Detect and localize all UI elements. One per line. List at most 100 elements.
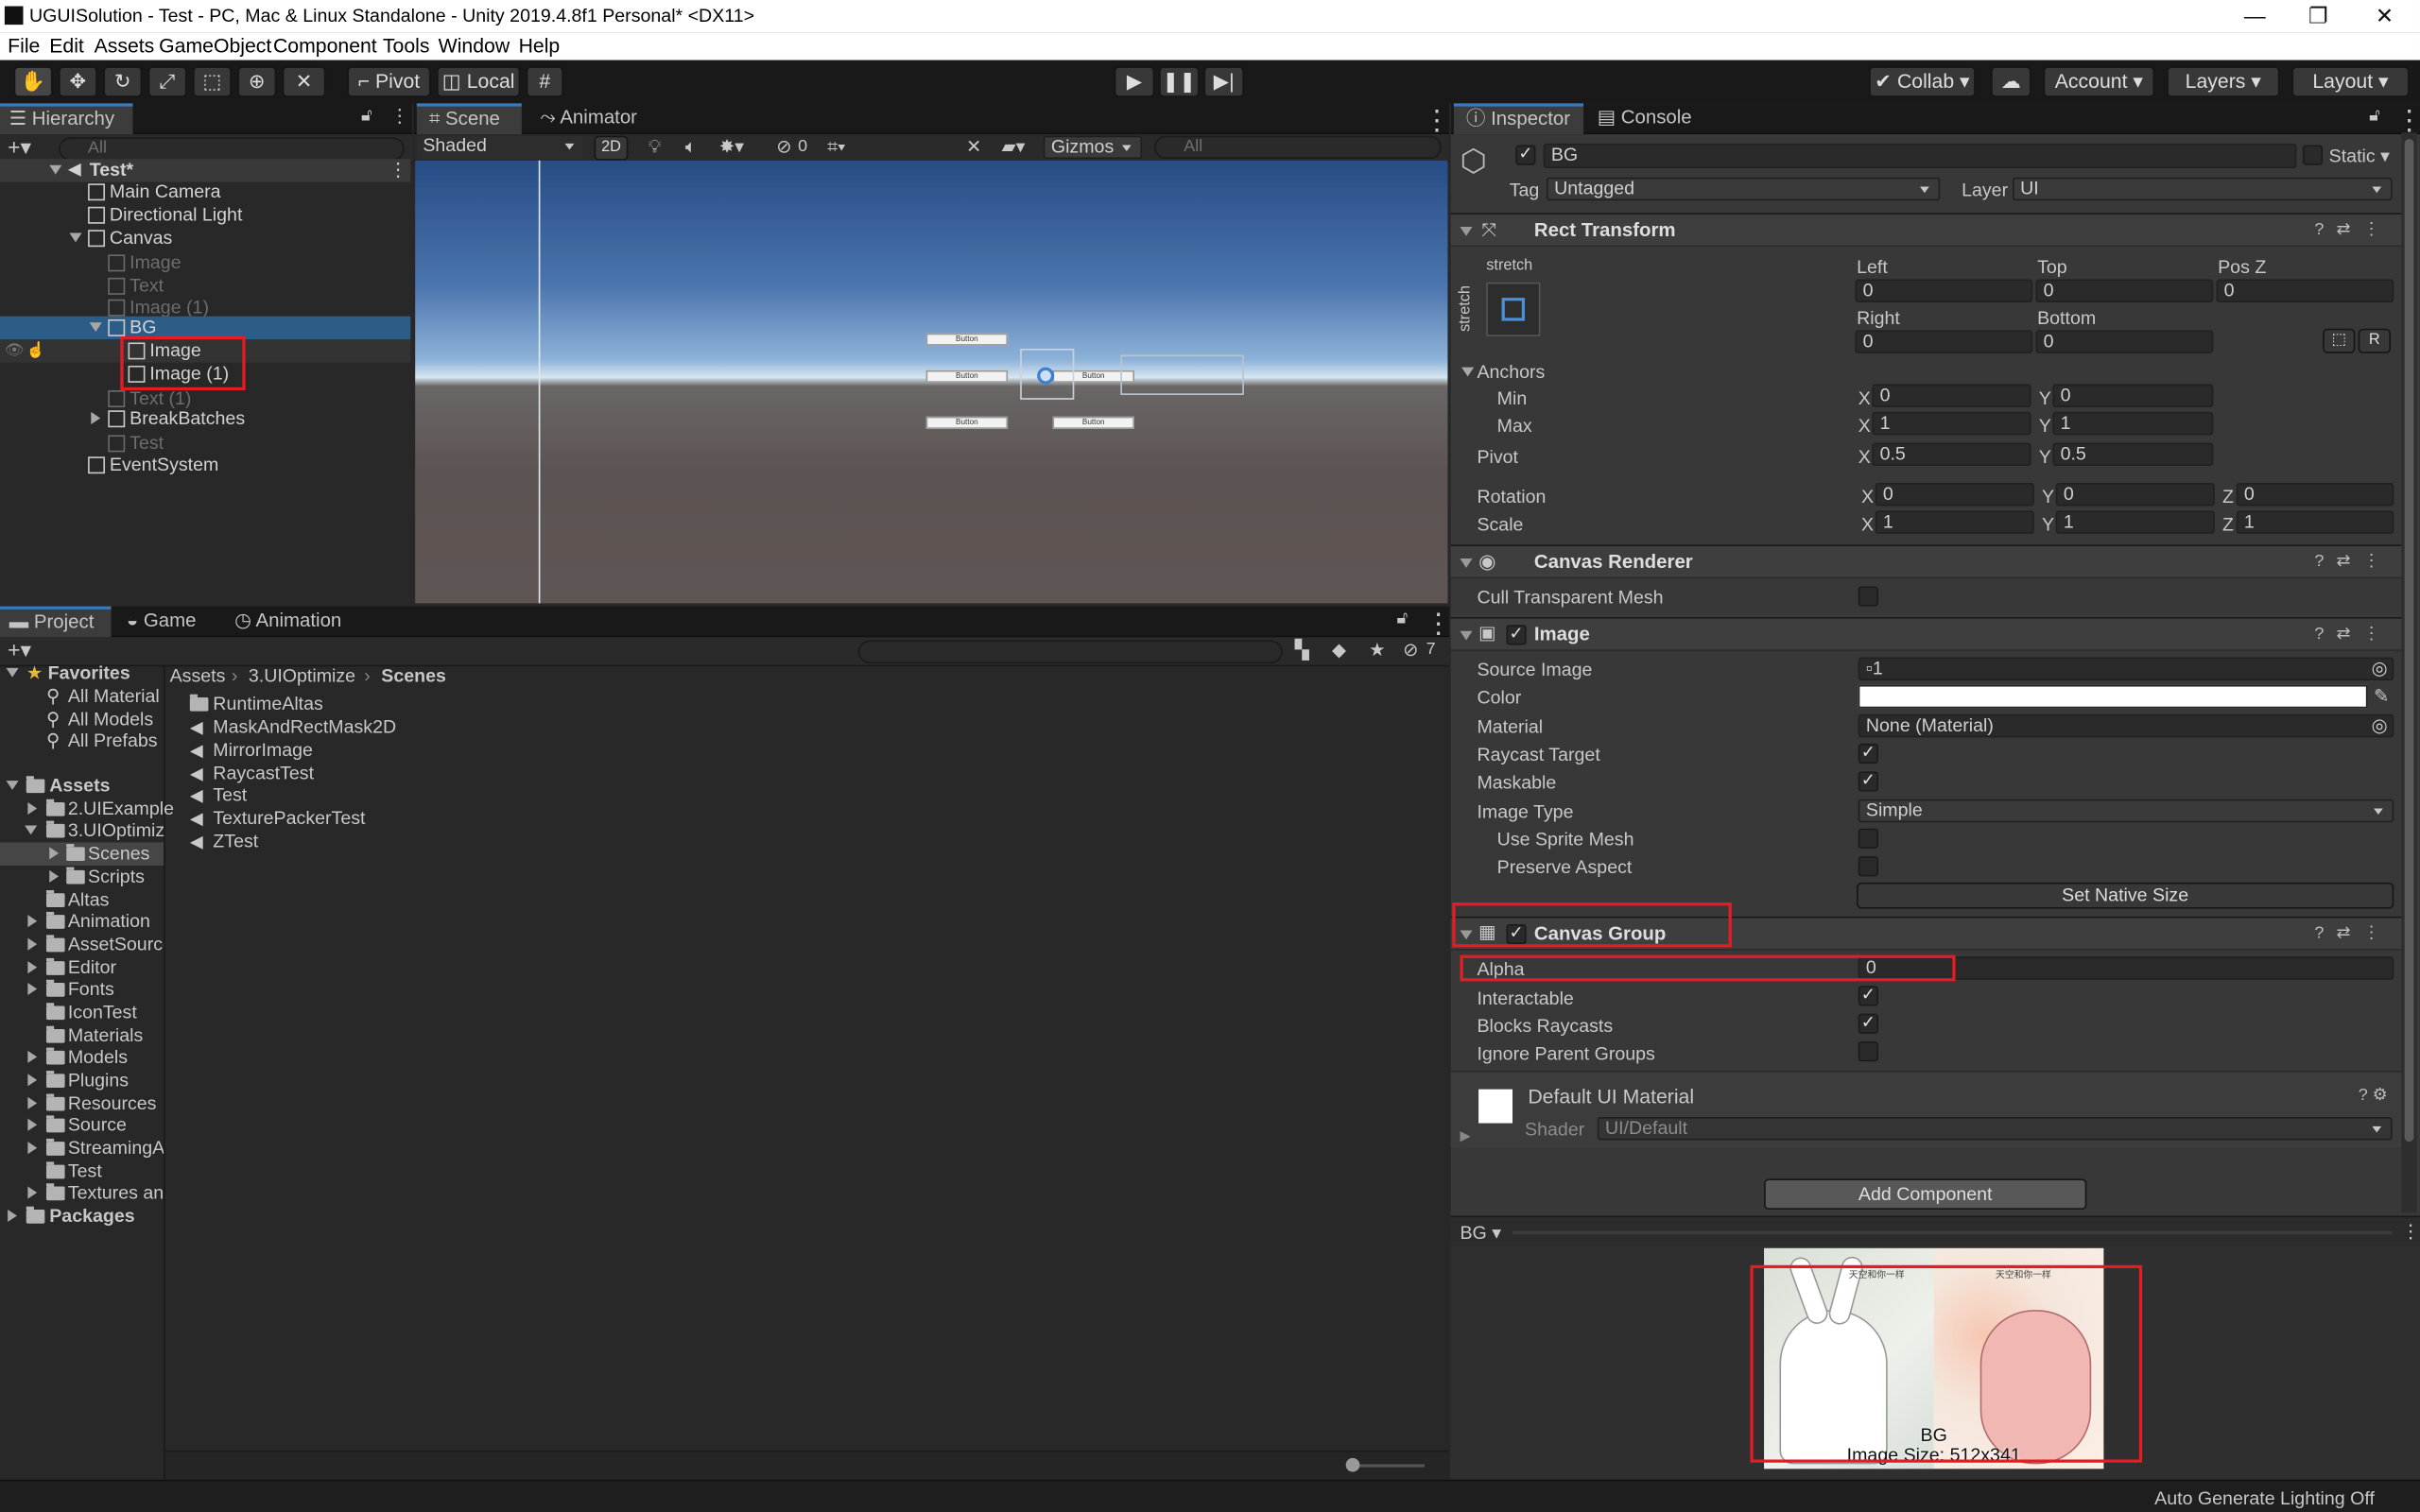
create-plus-button[interactable]: +▾: [8, 134, 31, 161]
favorite-all-models[interactable]: ⚲ All Models: [0, 708, 164, 730]
color-swatch[interactable]: [1858, 684, 2368, 709]
anchor-min-y-field[interactable]: 0: [2052, 384, 2214, 408]
eyedropper-icon[interactable]: ✎: [2374, 685, 2389, 707]
object-picker-icon[interactable]: ◎: [2372, 659, 2388, 679]
folder-resources[interactable]: Resources: [0, 1092, 164, 1115]
raycast-target-checkbox[interactable]: ✓: [1858, 743, 1878, 765]
folder-test[interactable]: Test: [0, 1160, 164, 1183]
cull-transparent-checkbox[interactable]: [1858, 586, 1878, 607]
interactable-checkbox[interactable]: ✓: [1858, 986, 1878, 1006]
collab-dropdown[interactable]: ✔ Collab ▾: [1869, 66, 1976, 97]
hand-tool-button[interactable]: ✋: [13, 66, 53, 97]
gizmos-dropdown[interactable]: Gizmos: [1043, 135, 1143, 160]
source-image-field[interactable]: ▫1 ◎: [1858, 657, 2394, 680]
component-header-icons[interactable]: ?⇄⋮: [2314, 922, 2392, 943]
scale-x-field[interactable]: 1: [1875, 510, 2034, 534]
rotate-tool-button[interactable]: ↻: [103, 66, 143, 97]
component-header-icons[interactable]: ?⇄⋮: [2314, 624, 2392, 644]
image-enabled-checkbox[interactable]: ✓: [1506, 625, 1527, 645]
hierarchy-item-main-camera[interactable]: Main Camera: [0, 180, 410, 203]
effects-icon[interactable]: ✸▾: [719, 136, 744, 158]
use-sprite-mesh-checkbox[interactable]: [1858, 828, 1878, 849]
favorite-all-prefabs[interactable]: ⚲ All Prefabs: [0, 730, 164, 752]
file-item[interactable]: ◀ RaycastTest: [188, 763, 651, 785]
grid-snap-button[interactable]: #: [526, 66, 563, 97]
rect-transform-header[interactable]: ⤧ Rect Transform ?⇄⋮: [1450, 213, 2408, 248]
pause-button[interactable]: ❚❚: [1159, 66, 1200, 97]
tab-game[interactable]: ◒ Game: [127, 607, 219, 638]
preserve-aspect-checkbox[interactable]: [1858, 856, 1878, 877]
blueprint-mode-button[interactable]: ⬚: [2323, 328, 2356, 353]
static-checkbox[interactable]: [2302, 145, 2324, 165]
folder-streamingassets[interactable]: StreamingA: [0, 1137, 164, 1160]
file-item[interactable]: ◀ Test: [188, 783, 651, 806]
set-native-size-button[interactable]: Set Native Size: [1857, 882, 2394, 909]
tab-animator[interactable]: ⤳ Animator: [540, 103, 664, 134]
scene-menu-icon[interactable]: ⋮: [389, 159, 407, 181]
account-dropdown[interactable]: Account ▾: [2043, 66, 2155, 97]
scale-tool-button[interactable]: ⤢: [147, 66, 187, 97]
lighting-status[interactable]: Auto Generate Lighting Off: [2154, 1487, 2375, 1509]
file-item[interactable]: RuntimeAltas: [188, 693, 651, 715]
lock-icon[interactable]: 🔓︎: [1397, 610, 1409, 629]
scene-button[interactable]: Button: [925, 369, 1009, 383]
breadcrumb-assets[interactable]: Assets: [170, 665, 226, 687]
cloud-button[interactable]: ☁: [1991, 66, 2031, 97]
step-button[interactable]: ▶|: [1203, 66, 1244, 97]
play-button[interactable]: ▶: [1114, 66, 1155, 97]
object-picker-icon[interactable]: ◎: [2372, 716, 2388, 736]
add-component-button[interactable]: Add Component: [1764, 1178, 2087, 1210]
folder-materials[interactable]: Materials: [0, 1024, 164, 1047]
expand-arrow-icon[interactable]: [69, 232, 82, 243]
preview-object-dropdown[interactable]: BG ▾: [1460, 1222, 1501, 1244]
blocks-raycasts-checkbox[interactable]: ✓: [1858, 1013, 1878, 1034]
pivot-handle[interactable]: [1037, 367, 1055, 385]
scale-z-field[interactable]: 1: [2236, 510, 2394, 534]
hierarchy-search-input[interactable]: All: [59, 137, 405, 161]
folder-3-uioptimize[interactable]: 3.UIOptimiz: [0, 819, 164, 842]
tab-inspector[interactable]: ⓘ Inspector: [1453, 103, 1584, 135]
file-item[interactable]: ◀ ZTest: [188, 830, 651, 852]
hierarchy-item-canvas[interactable]: Canvas: [0, 227, 410, 249]
scene-tools-icon[interactable]: ✕: [966, 136, 981, 158]
ignore-parent-groups-checkbox[interactable]: [1858, 1041, 1878, 1062]
top-field[interactable]: 0: [2035, 279, 2214, 302]
folder-source[interactable]: Source: [0, 1114, 164, 1137]
hierarchy-item-breakbatches[interactable]: BreakBatches: [0, 407, 410, 430]
scene-row-test[interactable]: ◀ Test* ⋮: [0, 159, 411, 182]
posz-field[interactable]: 0: [2216, 279, 2394, 302]
folder-altas[interactable]: Altas: [0, 888, 164, 911]
anchor-max-x-field[interactable]: 1: [1872, 411, 2031, 436]
folder-icontest[interactable]: IconTest: [0, 1002, 164, 1024]
grid-toggle-icon[interactable]: ⌗▾: [827, 136, 845, 159]
static-dropdown[interactable]: Static ▾: [2329, 145, 2390, 166]
scene-menu-icon[interactable]: ⋮: [1423, 105, 1450, 137]
close-button[interactable]: ✕: [2360, 2, 2409, 31]
custom-tool-button[interactable]: ✕: [282, 66, 326, 97]
menu-window[interactable]: Window: [439, 34, 510, 57]
bottom-field[interactable]: 0: [2035, 330, 2214, 353]
visibility-eye-icon[interactable]: 👁︎: [5, 339, 25, 362]
filter-type-icon[interactable]: ▚: [1295, 639, 1309, 661]
packages-root[interactable]: Packages: [0, 1205, 164, 1228]
tag-dropdown[interactable]: Untagged: [1546, 177, 1941, 201]
project-search-input[interactable]: [857, 640, 1283, 664]
right-field[interactable]: 0: [1855, 330, 2033, 353]
zoom-slider-track[interactable]: [1353, 1464, 1425, 1468]
canvas-renderer-header[interactable]: ◉ Canvas Renderer ?⇄⋮: [1450, 544, 2408, 579]
favorites-header[interactable]: ★ Favorites: [0, 662, 164, 684]
tab-scene[interactable]: ⌗ Scene: [416, 103, 522, 135]
preview-resize-handle[interactable]: [1512, 1230, 2393, 1235]
local-toggle[interactable]: ◫ Local: [437, 66, 521, 97]
inspector-scrollbar[interactable]: [2401, 132, 2417, 1213]
active-checkbox[interactable]: ✓: [1515, 145, 1536, 165]
layer-dropdown[interactable]: UI: [2012, 177, 2393, 201]
anchor-max-y-field[interactable]: 1: [2052, 411, 2214, 436]
hidden-objects-icon[interactable]: ⊘: [776, 136, 791, 158]
lock-icon[interactable]: 🔓︎: [361, 107, 372, 127]
scale-y-field[interactable]: 1: [2055, 510, 2215, 534]
image-component-header[interactable]: ▣ ✓ Image ?⇄⋮: [1450, 617, 2408, 651]
scene-viewport[interactable]: Button Button Button Button Button: [415, 160, 1448, 604]
anchor-min-x-field[interactable]: 0: [1872, 384, 2031, 408]
file-item[interactable]: ◀ TexturePackerTest: [188, 807, 651, 830]
